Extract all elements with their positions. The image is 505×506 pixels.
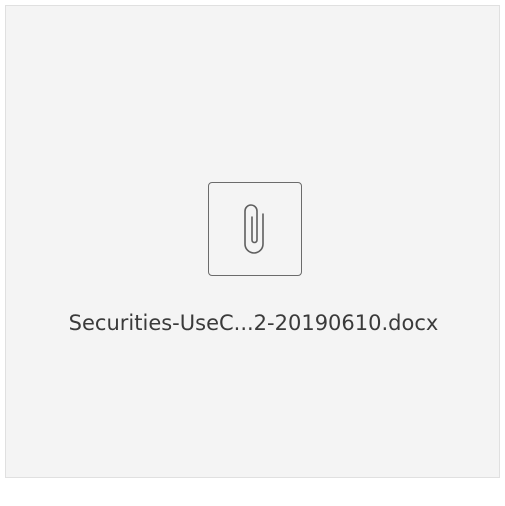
attachment-icon-frame[interactable]: [208, 182, 302, 276]
attachment-filename[interactable]: Securities-UseC...2-20190610.docx: [6, 310, 501, 336]
attachment-tile[interactable]: Securities-UseC...2-20190610.docx: [5, 5, 500, 478]
